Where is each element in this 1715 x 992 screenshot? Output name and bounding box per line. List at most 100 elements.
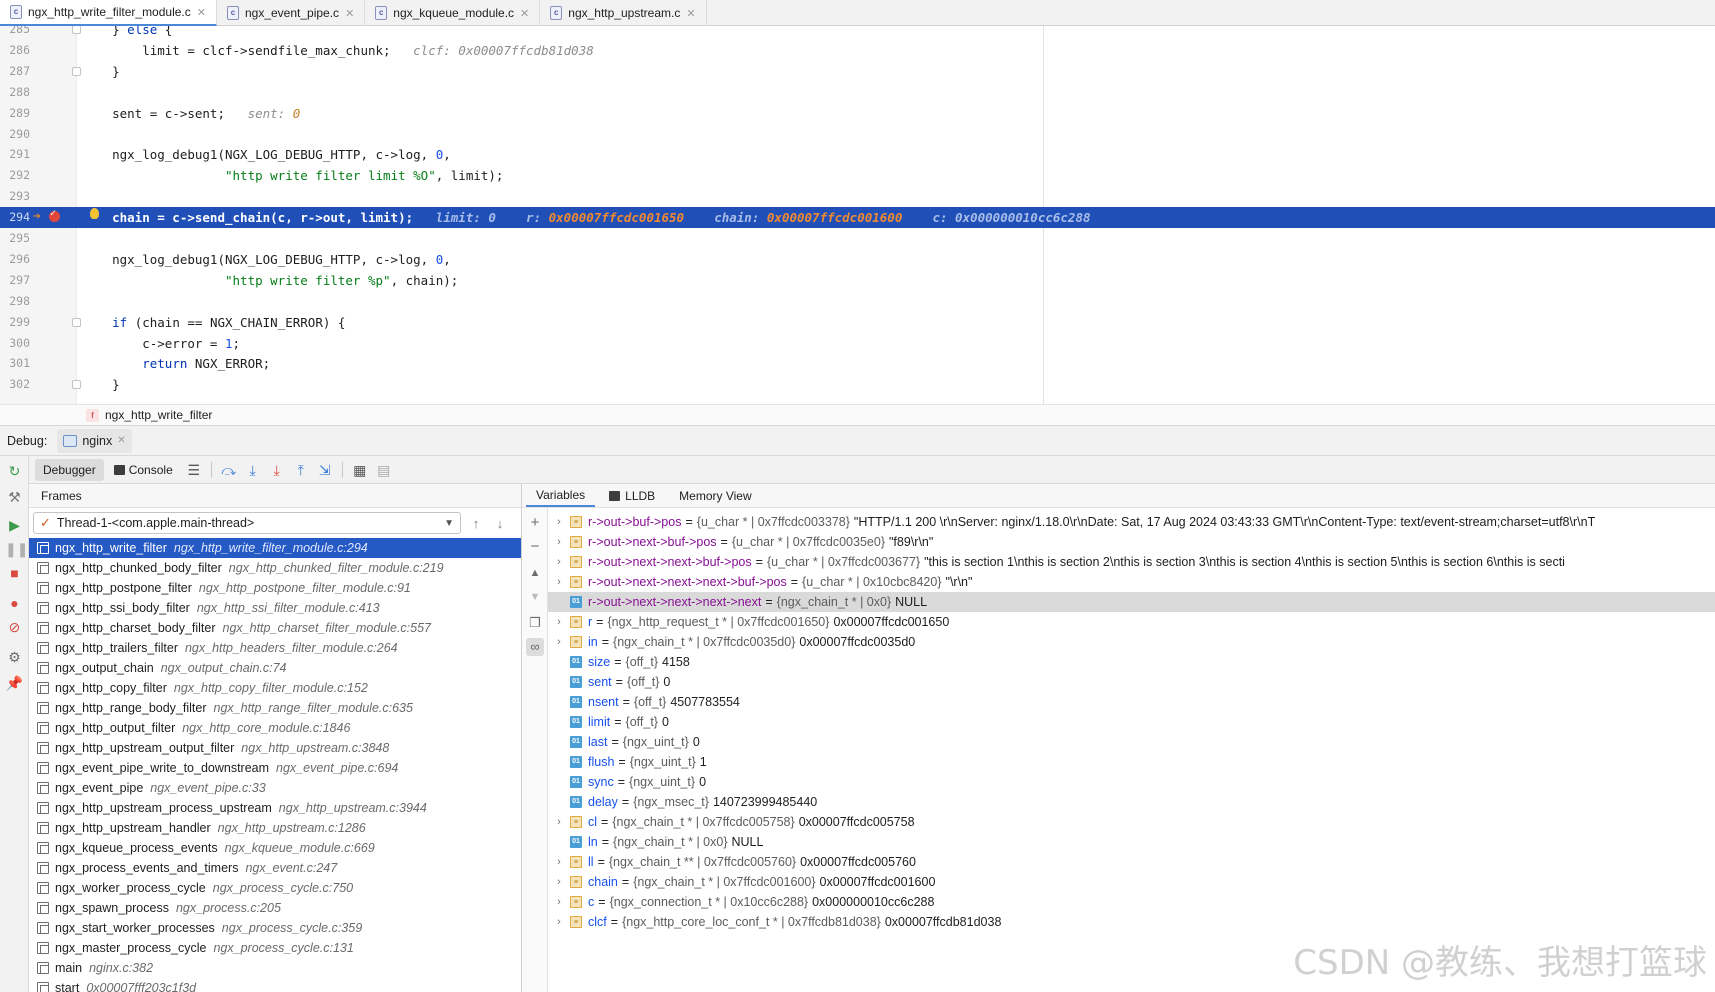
tab-lldb[interactable]: LLDB <box>599 485 665 507</box>
variable-row[interactable]: 01 flush = {ngx_uint_t} 1 <box>548 752 1715 772</box>
chevron-right-icon[interactable]: › <box>552 636 566 648</box>
mute-breakpoints-icon[interactable]: ⊘ <box>5 618 24 637</box>
watch-row[interactable]: 01 r->out->next->next->next->next = {ngx_ch… <box>548 592 1715 612</box>
watch-row[interactable]: › ≡ r->out->next->buf->pos = {u_char * | 0x7… <box>548 532 1715 552</box>
tab-memory-view[interactable]: Memory View <box>669 485 761 507</box>
stack-frame[interactable]: ngx_http_upstream_process_upstream ngx_ht… <box>29 798 521 818</box>
code-line[interactable]: 297 "http write filter %p", chain); <box>0 270 1715 291</box>
fold-marker-icon[interactable] <box>72 317 81 327</box>
variable-row[interactable]: 01 nsent = {off_t} 4507783554 <box>548 692 1715 712</box>
stack-frame[interactable]: ngx_spawn_process ngx_process.c:205 <box>29 898 521 918</box>
stack-frame[interactable]: ngx_http_upstream_handler ngx_http_upstre… <box>29 818 521 838</box>
code-line[interactable]: 301 return NGX_ERROR; <box>0 353 1715 374</box>
previous-frame-arrow-icon[interactable]: ↑ <box>467 516 485 531</box>
fold-marker-icon[interactable] <box>72 66 81 76</box>
pin-icon[interactable]: 📌 <box>5 674 24 693</box>
stack-frame[interactable]: ngx_worker_process_cycle ngx_process_cycl… <box>29 878 521 898</box>
add-watch-icon[interactable]: + <box>526 514 544 532</box>
variable-row[interactable]: › ≡ in = {ngx_chain_t * | 0x7ffcdc0035d0} 0x0… <box>548 632 1715 652</box>
variable-row[interactable]: 01 delay = {ngx_msec_t} 140723999485440 <box>548 792 1715 812</box>
chevron-right-icon[interactable]: › <box>552 896 566 908</box>
tab-debugger[interactable]: Debugger <box>35 458 104 481</box>
stack-frame[interactable]: ngx_process_events_and_timers ngx_event.c… <box>29 858 521 878</box>
run-config-tab[interactable]: nginx ✕ <box>57 428 132 453</box>
code-editor[interactable]: 285 } else {286 limit = clcf->sendfile_m… <box>0 26 1715 404</box>
stack-frame[interactable]: main nginx.c:382 <box>29 958 521 978</box>
variable-row[interactable]: › ≡ clcf = {ngx_http_core_loc_conf_t * | 0x7… <box>548 912 1715 932</box>
code-line[interactable]: 285 } else { <box>0 26 1715 40</box>
code-line[interactable]: 295 <box>0 228 1715 249</box>
copy-icon[interactable]: ❐ <box>526 614 544 632</box>
step-out-icon[interactable]: ⤒ <box>290 459 312 481</box>
variable-row[interactable]: › ≡ cl = {ngx_chain_t * | 0x7ffcdc005758} 0x0… <box>548 812 1715 832</box>
code-line[interactable]: 292 "http write filter limit %O", limit)… <box>0 165 1715 186</box>
watch-row[interactable]: › ≡ r->out->next->next->next->buf->pos = {u_… <box>548 572 1715 592</box>
editor-tab[interactable]: c ngx_kqueue_module.c ✕ <box>365 0 541 26</box>
stack-frame[interactable]: ngx_http_copy_filter ngx_http_copy_filter… <box>29 678 521 698</box>
run-to-cursor-icon[interactable]: ⇲ <box>314 459 336 481</box>
code-line[interactable]: 298 <box>0 291 1715 312</box>
chevron-right-icon[interactable]: › <box>552 576 566 588</box>
close-icon[interactable]: ✕ <box>520 7 529 20</box>
fold-marker-icon[interactable] <box>72 380 81 390</box>
editor-tab[interactable]: c ngx_event_pipe.c ✕ <box>217 0 366 26</box>
variable-row[interactable]: 01 limit = {off_t} 0 <box>548 712 1715 732</box>
breakpoint-icon[interactable] <box>49 208 60 223</box>
stack-frame[interactable]: ngx_event_pipe_write_to_downstream ngx_ev… <box>29 758 521 778</box>
variable-row[interactable]: › ≡ chain = {ngx_chain_t * | 0x7ffcdc001600}… <box>548 872 1715 892</box>
variable-row[interactable]: › ≡ c = {ngx_connection_t * | 0x10cc6c288} 0x… <box>548 892 1715 912</box>
thread-selector[interactable]: ✓ Thread-1-<com.apple.main-thread> ▼ <box>33 512 461 534</box>
variable-row[interactable]: 01 sync = {ngx_uint_t} 0 <box>548 772 1715 792</box>
stop-icon[interactable]: ■ <box>5 564 24 583</box>
code-line[interactable]: 287 } <box>0 61 1715 82</box>
stack-frame[interactable]: ngx_http_range_body_filter ngx_http_range… <box>29 698 521 718</box>
code-line[interactable]: 293 <box>0 186 1715 207</box>
stack-frame[interactable]: ngx_http_write_filter ngx_http_write_filt… <box>29 538 521 558</box>
editor-tab[interactable]: c ngx_http_upstream.c ✕ <box>540 0 707 26</box>
layout-icon[interactable]: ▤ <box>373 459 395 481</box>
pause-icon[interactable]: ❚❚ <box>5 540 28 559</box>
current-execution-line[interactable]: 294➔ chain = c->send_chain(c, r->out, li… <box>0 207 1715 229</box>
chevron-right-icon[interactable]: › <box>552 856 566 868</box>
variable-row[interactable]: 01 ln = {ngx_chain_t * | 0x0} NULL <box>548 832 1715 852</box>
glasses-watches-icon[interactable]: ∞ <box>526 638 544 656</box>
code-line[interactable]: 286 limit = clcf->sendfile_max_chunk; cl… <box>0 40 1715 61</box>
code-line[interactable]: 289 sent = c->sent; sent: 0 <box>0 103 1715 124</box>
rerun-icon[interactable]: ↻ <box>5 462 24 481</box>
breadcrumb[interactable]: f ngx_http_write_filter <box>0 404 1715 426</box>
stack-frame[interactable]: ngx_output_chain ngx_output_chain.c:74 <box>29 658 521 678</box>
code-line[interactable]: 299 if (chain == NGX_CHAIN_ERROR) { <box>0 312 1715 333</box>
tab-console[interactable]: Console <box>106 459 181 481</box>
close-icon[interactable]: ✕ <box>117 435 125 446</box>
wrench-icon[interactable]: ⚒ <box>5 488 24 507</box>
chevron-right-icon[interactable]: › <box>552 876 566 888</box>
stack-frame[interactable]: ngx_http_upstream_output_filter ngx_http_… <box>29 738 521 758</box>
force-step-into-icon[interactable]: ⤓ <box>266 459 288 481</box>
variable-row[interactable]: 01 size = {off_t} 4158 <box>548 652 1715 672</box>
chevron-right-icon[interactable]: › <box>552 916 566 928</box>
stack-frame[interactable]: ngx_http_charset_body_filter ngx_http_cha… <box>29 618 521 638</box>
step-into-icon[interactable]: ⤓ <box>242 459 264 481</box>
step-over-icon[interactable]: ⤼ <box>218 459 240 481</box>
watch-row[interactable]: › ≡ r->out->next->next->buf->pos = {u_char *… <box>548 552 1715 572</box>
next-frame-arrow-icon[interactable]: ↓ <box>491 516 509 531</box>
code-line[interactable]: 300 c->error = 1; <box>0 333 1715 354</box>
resume-icon[interactable]: ▶ <box>5 516 24 535</box>
chevron-right-icon[interactable]: › <box>552 616 566 628</box>
stack-frame[interactable]: ngx_kqueue_process_events ngx_kqueue_modu… <box>29 838 521 858</box>
variable-row[interactable]: › ≡ r = {ngx_http_request_t * | 0x7ffcdc0016… <box>548 612 1715 632</box>
tab-variables[interactable]: Variables <box>526 485 596 507</box>
breadcrumb-function[interactable]: ngx_http_write_filter <box>105 408 212 422</box>
close-icon[interactable]: ✕ <box>197 6 206 19</box>
variable-row[interactable]: 01 sent = {off_t} 0 <box>548 672 1715 692</box>
stack-frame[interactable]: ngx_master_process_cycle ngx_process_cycl… <box>29 938 521 958</box>
stack-frame[interactable]: ngx_start_worker_processes ngx_process_cy… <box>29 918 521 938</box>
code-line[interactable]: 302 } <box>0 374 1715 395</box>
stack-frame[interactable]: ngx_http_chunked_body_filter ngx_http_chu… <box>29 558 521 578</box>
fold-marker-icon[interactable] <box>72 26 81 34</box>
settings-gear-icon[interactable]: ⚙ <box>5 648 24 667</box>
code-line[interactable]: 296 ngx_log_debug1(NGX_LOG_DEBUG_HTTP, c… <box>0 249 1715 270</box>
code-line[interactable]: 288 <box>0 82 1715 103</box>
stack-frame[interactable]: ngx_http_output_filter ngx_http_core_modu… <box>29 718 521 738</box>
stack-frame[interactable]: ngx_http_postpone_filter ngx_http_postpon… <box>29 578 521 598</box>
